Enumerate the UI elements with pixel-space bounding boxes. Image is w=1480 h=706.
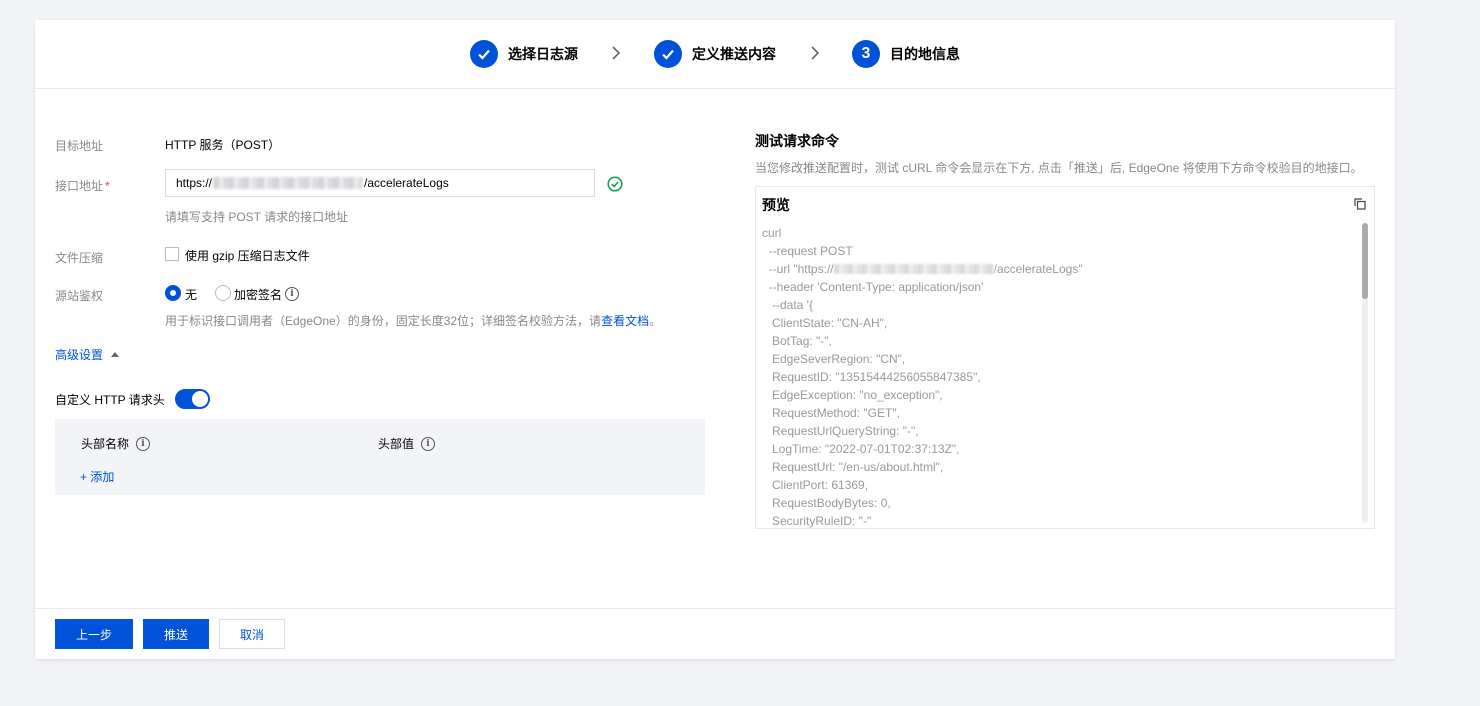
auth-none-label: 无 — [185, 288, 198, 302]
step-1-check-icon — [470, 40, 498, 68]
code-line: SecurityRuleID: "-" — [762, 514, 872, 528]
required-mark: * — [105, 179, 110, 193]
code-line: ClientState: "CN-AH", — [762, 316, 888, 330]
advanced-settings-toggle[interactable]: 高级设置 — [55, 346, 120, 363]
endpoint-url-input[interactable]: https:// /accelerateLogs — [165, 169, 595, 197]
test-command-title: 测试请求命令 — [755, 133, 839, 149]
code-line: EdgeSeverRegion: "CN", — [762, 352, 906, 366]
push-config-card: 选择日志源 定义推送内容 3 目的地信息 目标地址 HTTP 服务（POST） … — [35, 20, 1395, 659]
redacted-domain — [833, 264, 994, 274]
gzip-checkbox-label: 使用 gzip 压缩日志文件 — [185, 249, 310, 263]
target-address-label: 目标地址 — [55, 139, 104, 153]
auth-signature-radio[interactable] — [215, 285, 231, 301]
code-line-url: --url "https:///accelerateLogs" — [762, 262, 1083, 276]
endpoint-hint: 请填写支持 POST 请求的接口地址 — [165, 210, 349, 224]
code-line: RequestUrl: "/en-us/about.html", — [762, 460, 944, 474]
header-table: 头部名称 i 头部值 i + 添加 — [55, 419, 705, 495]
custom-header-switch[interactable] — [175, 389, 210, 409]
scrollbar-thumb[interactable] — [1362, 223, 1368, 299]
code-line: curl — [762, 226, 782, 240]
redacted-domain — [213, 177, 364, 189]
chevron-right-icon — [611, 46, 621, 65]
code-line: EdgeException: "no_exception", — [762, 388, 943, 402]
code-line: --data '{ — [762, 298, 813, 312]
cancel-button[interactable]: 取消 — [219, 619, 285, 649]
preview-title: 预览 — [762, 197, 790, 213]
code-line: BotTag: "-", — [762, 334, 832, 348]
code-line: --request POST — [762, 244, 853, 258]
chevron-right-icon — [810, 46, 820, 65]
step-3: 3 目的地信息 — [852, 40, 960, 68]
view-docs-link[interactable]: 查看文档 — [601, 314, 649, 328]
step-3-number: 3 — [852, 40, 880, 68]
info-icon[interactable]: i — [136, 437, 150, 451]
endpoint-label: 接口地址 * — [55, 179, 110, 193]
curl-command: curl --request POST --url "https:///acce… — [762, 224, 1083, 528]
code-line: RequestID: "13515444256055847385", — [762, 370, 981, 384]
command-preview-box: 预览 curl --request POST --url "https:///a… — [755, 186, 1375, 529]
step-2-check-icon — [654, 40, 682, 68]
info-icon[interactable]: i — [421, 437, 435, 451]
gzip-checkbox[interactable] — [165, 247, 179, 261]
code-line: RequestBodyBytes: 0, — [762, 496, 891, 510]
code-line: --header 'Content-Type: application/json… — [762, 280, 984, 294]
endpoint-url-prefix: https:// — [176, 176, 213, 190]
custom-header-label: 自定义 HTTP 请求头 — [55, 393, 165, 407]
stepper: 选择日志源 定义推送内容 3 目的地信息 — [35, 20, 1395, 89]
auth-none-radio[interactable] — [165, 285, 181, 301]
compression-label: 文件压缩 — [55, 251, 104, 265]
preview-scrollbar[interactable] — [1362, 223, 1368, 523]
target-address-value: HTTP 服务（POST） — [165, 138, 281, 152]
step-2-label: 定义推送内容 — [692, 46, 776, 62]
auth-signature-label: 加密签名 — [234, 288, 283, 302]
code-line: ClientPort: 61369, — [762, 478, 869, 492]
step-3-label: 目的地信息 — [890, 46, 960, 62]
header-name-column: 头部名称 — [81, 437, 130, 451]
switch-knob — [192, 391, 208, 407]
step-1-label: 选择日志源 — [508, 46, 578, 62]
copy-icon[interactable] — [1354, 197, 1366, 210]
code-line: RequestUrlQueryString: "-", — [762, 424, 919, 438]
previous-step-button[interactable]: 上一步 — [55, 619, 133, 649]
valid-check-icon — [607, 176, 623, 197]
test-command-description: 当您修改推送配置时，测试 cURL 命令会显示在下方, 点击「推送」后, Edg… — [755, 161, 1363, 175]
endpoint-url-suffix: /accelerateLogs — [364, 176, 449, 190]
header-value-column: 头部值 — [378, 437, 415, 451]
auth-hint: 用于标识接口调用者（EdgeOne）的身份，固定长度32位；详细签名校验方法，请… — [165, 314, 662, 328]
add-header-link[interactable]: + 添加 — [80, 468, 114, 485]
step-2: 定义推送内容 — [654, 40, 776, 68]
push-button[interactable]: 推送 — [143, 619, 209, 649]
footer-bar: 上一步 推送 取消 — [35, 608, 1395, 660]
caret-up-icon — [111, 352, 120, 357]
info-icon[interactable]: i — [285, 287, 299, 301]
code-line: LogTime: "2022-07-01T02:37:13Z", — [762, 442, 960, 456]
origin-auth-label: 源站鉴权 — [55, 289, 104, 303]
code-line: RequestMethod: "GET", — [762, 406, 900, 420]
step-1: 选择日志源 — [470, 40, 578, 68]
